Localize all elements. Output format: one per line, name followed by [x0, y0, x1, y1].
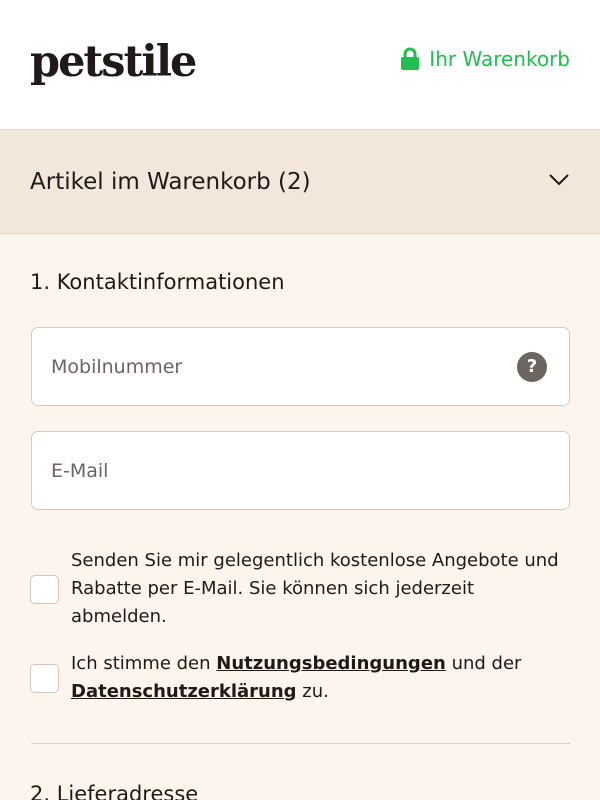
newsletter-checkbox[interactable]	[30, 574, 59, 604]
terms-suffix: zu.	[296, 681, 329, 702]
privacy-policy-link[interactable]: Datenschutzerklärung	[71, 681, 297, 702]
header: petstile Ihr Warenkorb	[0, 0, 600, 130]
lock-icon	[400, 47, 420, 71]
contact-section-title: 1. Kontaktinformationen	[30, 270, 285, 294]
cart-summary-title: Artikel im Warenkorb (2)	[30, 168, 311, 195]
terms-checkbox[interactable]	[30, 663, 59, 693]
phone-input[interactable]	[51, 355, 517, 378]
chevron-down-icon	[548, 172, 570, 191]
newsletter-label: Senden Sie mir gelegentlich kostenlose A…	[71, 550, 559, 627]
phone-field[interactable]: ?	[31, 327, 570, 406]
terms-of-use-link[interactable]: Nutzungsbedingungen	[216, 653, 446, 674]
terms-middle: und der	[445, 653, 522, 674]
cart-link[interactable]: Ihr Warenkorb	[400, 47, 570, 71]
terms-row: Ich stimme den Nutzungsbedingungen und d…	[30, 650, 570, 706]
logo[interactable]: petstile	[30, 34, 197, 90]
cart-link-label: Ihr Warenkorb	[429, 47, 570, 71]
section-divider	[31, 743, 570, 744]
newsletter-row: Senden Sie mir gelegentlich kostenlose A…	[30, 547, 570, 631]
delivery-section-title: 2. Lieferadresse	[30, 782, 199, 800]
terms-prefix: Ich stimme den	[71, 653, 217, 674]
terms-label: Ich stimme den Nutzungsbedingungen und d…	[71, 650, 521, 706]
email-input[interactable]	[51, 459, 547, 482]
question-mark-icon[interactable]: ?	[517, 351, 547, 382]
email-field[interactable]	[31, 431, 570, 510]
cart-summary-toggle[interactable]: Artikel im Warenkorb (2)	[0, 130, 600, 234]
